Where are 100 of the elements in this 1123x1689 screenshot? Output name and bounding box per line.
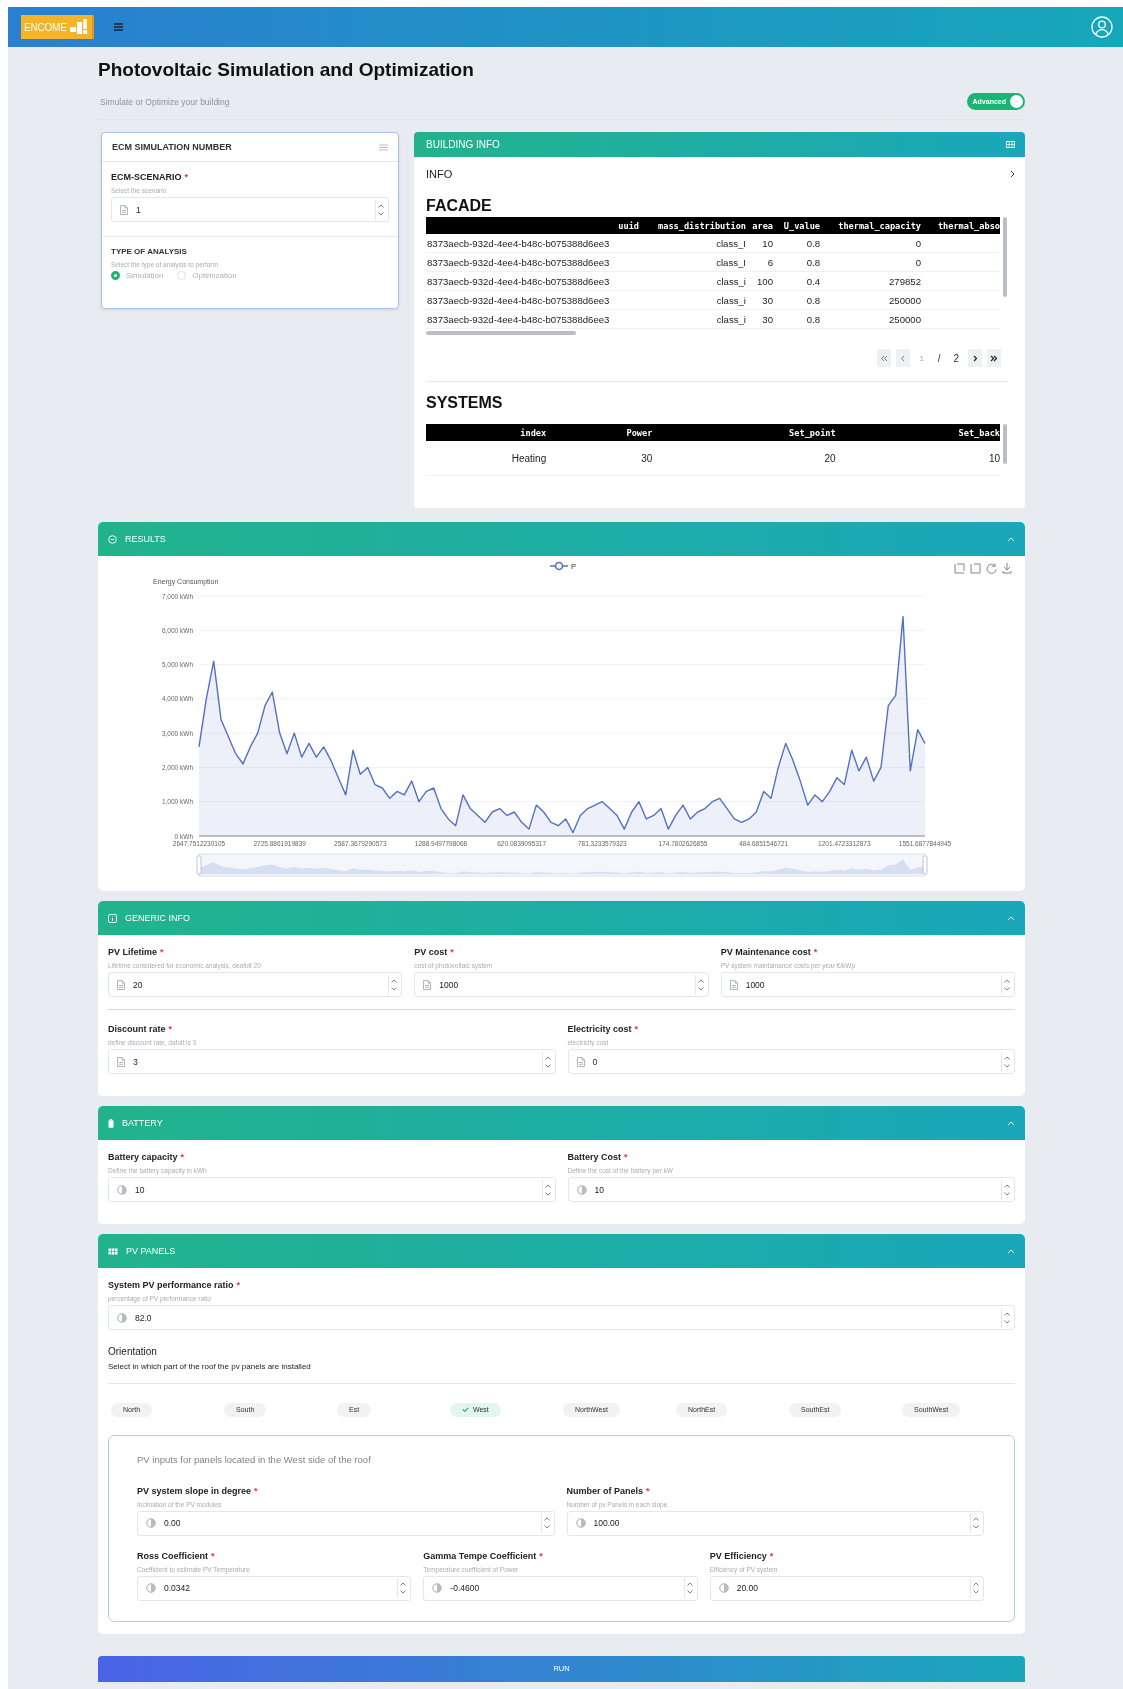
user-icon[interactable] — [1091, 16, 1113, 38]
page-subtitle: Simulate or Optimize your building — [100, 96, 230, 107]
field-label: PV Efficiency — [709, 1550, 767, 1561]
last-page-button[interactable] — [987, 349, 1001, 367]
field-label: Ross Coefficient — [137, 1550, 208, 1561]
spin-buttons[interactable] — [694, 974, 707, 995]
undo-zoom-icon[interactable] — [970, 563, 981, 574]
table-cell: 0.8 — [773, 252, 820, 272]
field-label: Battery Cost — [567, 1152, 621, 1162]
number-field[interactable]: 10 — [567, 1177, 1015, 1202]
table-cell: class_i — [639, 271, 746, 291]
number-field[interactable]: 1 — [111, 197, 389, 222]
next-page-button[interactable] — [968, 349, 982, 367]
table-cell: 8373aecb-932d-4ee4-b48c-b075388d6ee3 — [426, 290, 639, 310]
spin-buttons[interactable] — [1001, 974, 1013, 995]
number-field[interactable]: 3 — [108, 1049, 556, 1074]
table-cell: Heating — [426, 441, 547, 476]
panel-title: BATTERY — [122, 1118, 164, 1128]
panel-title: GENERIC INFO — [125, 913, 191, 923]
spin-buttons[interactable] — [683, 1578, 696, 1598]
document-icon — [117, 979, 125, 990]
table-cell: class_i — [639, 309, 746, 329]
column-header: Set_back — [835, 424, 1000, 441]
number-field[interactable]: 1000 — [414, 972, 709, 997]
field-label: System PV performance ratio — [108, 1280, 234, 1290]
panel-title: RESULTS — [125, 534, 167, 544]
logo-text: ENCOME — [24, 21, 67, 33]
spin-buttons[interactable] — [541, 1051, 554, 1072]
table-cell: class_I — [639, 234, 746, 253]
table-cell: 8373aecb-932d-4ee4-b48c-b075388d6ee3 — [426, 309, 639, 329]
scrollbar[interactable] — [1003, 217, 1007, 297]
field-label: Electricity cost — [567, 1024, 632, 1034]
required-mark: * — [769, 1550, 774, 1561]
blocks-icon — [68, 18, 89, 36]
spin-buttons[interactable] — [1001, 1051, 1013, 1072]
download-icon[interactable] — [1002, 562, 1012, 574]
number-field[interactable]: 100.00 — [566, 1510, 984, 1536]
double-chevron-left-icon — [879, 354, 888, 362]
table-cell: 250000 — [820, 309, 921, 329]
table-cell: 30 — [546, 441, 653, 476]
table-title: FACADE — [426, 196, 493, 216]
required-mark: * — [646, 1485, 650, 1496]
number-field[interactable]: 1000 — [720, 972, 1015, 997]
card-title: ECM SIMULATION NUMBER — [112, 142, 232, 152]
spin-buttons[interactable] — [541, 1179, 554, 1200]
menu-icon[interactable] — [113, 23, 123, 31]
spin-buttons[interactable] — [375, 199, 387, 220]
grid-icon[interactable] — [1006, 141, 1015, 148]
scrollbar[interactable] — [1003, 424, 1007, 464]
table-cell: 10 — [746, 234, 773, 253]
table-cell: 0.8 — [773, 234, 820, 253]
number-field[interactable]: 0.0342 — [137, 1575, 412, 1601]
refresh-icon[interactable] — [986, 563, 997, 574]
panel-title: PV PANELS — [126, 1246, 177, 1256]
number-field[interactable]: -0.4600 — [423, 1575, 698, 1601]
table-cell: class_i — [639, 290, 746, 310]
table-title: SYSTEMS — [426, 393, 504, 413]
spin-buttons[interactable] — [1001, 1307, 1013, 1328]
column-header: thermal_capacity — [820, 217, 921, 234]
column-header: mass_distribution — [639, 217, 746, 234]
collapse-icon[interactable] — [1007, 1248, 1015, 1254]
collapse-icon[interactable] — [1007, 536, 1015, 542]
page-separator: / — [936, 352, 942, 364]
zoom-slider[interactable] — [196, 853, 928, 877]
document-icon — [117, 1056, 125, 1067]
first-page-button[interactable] — [876, 349, 891, 367]
column-header: uuid — [426, 217, 639, 234]
number-field[interactable]: 20.00 — [709, 1575, 984, 1601]
minus-circle-icon — [108, 534, 117, 544]
scrollbar[interactable] — [426, 331, 576, 335]
table-cell: 250000 — [820, 290, 921, 310]
number-field[interactable]: 20 — [108, 972, 403, 997]
section-label: TYPE OF ANALYSIS — [111, 247, 188, 256]
number-field[interactable]: 0 — [567, 1049, 1015, 1074]
dial-icon — [146, 1583, 156, 1593]
required-mark: * — [450, 947, 454, 957]
collapse-icon[interactable] — [1007, 1120, 1015, 1126]
column-header: Power — [546, 424, 653, 441]
spin-buttons[interactable] — [1001, 1179, 1013, 1200]
table-cell: 0 — [820, 234, 921, 253]
table-cell: 6 — [746, 252, 773, 272]
required-mark: * — [236, 1280, 241, 1290]
spin-buttons[interactable] — [540, 1513, 553, 1533]
spin-buttons[interactable] — [970, 1513, 982, 1533]
card-title: BUILDING INFO — [426, 139, 500, 150]
spin-buttons[interactable] — [970, 1578, 982, 1598]
page-count: 2 — [952, 352, 960, 364]
dial-icon — [432, 1583, 443, 1593]
table-cell: 20 — [652, 441, 836, 476]
info-row[interactable]: INFO — [414, 157, 1025, 191]
number-field[interactable]: 82.0 — [108, 1305, 1015, 1330]
table-cell: class_I — [639, 252, 746, 272]
check-icon — [462, 1407, 469, 1412]
box-description: PV inputs for panels located in the West side of the roof — [137, 1453, 372, 1465]
required-mark: * — [160, 947, 164, 957]
field-label: ECM-SCENARIO — [111, 172, 182, 182]
number-field[interactable]: 10 — [108, 1177, 556, 1202]
number-field[interactable]: 0.00 — [137, 1510, 555, 1536]
collapse-icon[interactable] — [1007, 915, 1015, 921]
battery-icon — [108, 1118, 114, 1128]
